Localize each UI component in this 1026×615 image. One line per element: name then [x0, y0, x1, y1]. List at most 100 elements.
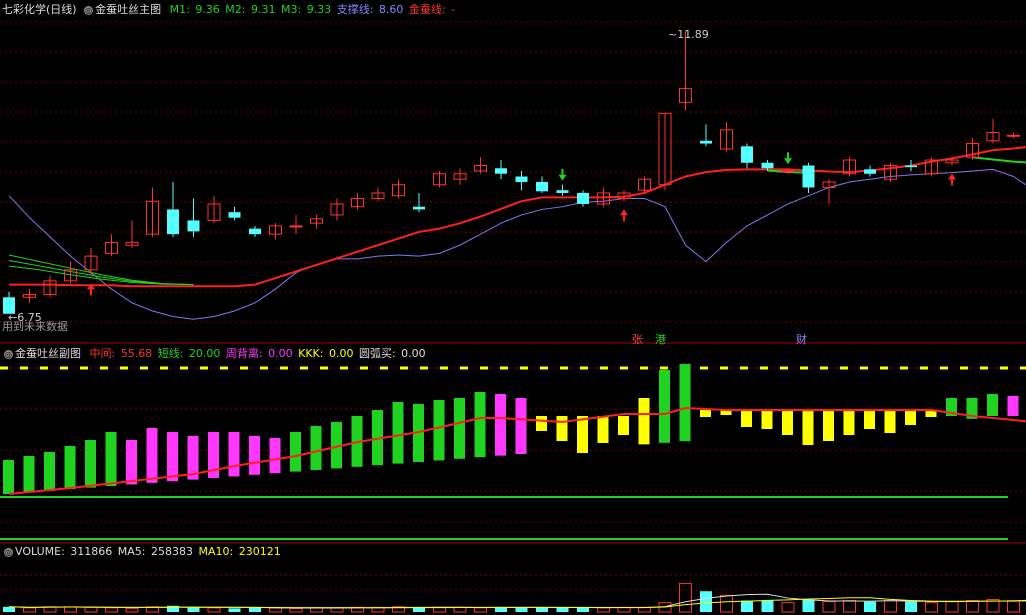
- volume-bar: [925, 602, 938, 613]
- candle-body: [700, 140, 712, 144]
- volume-bar: [741, 600, 753, 612]
- volume-bar: [597, 607, 610, 613]
- sub-bar: [843, 410, 855, 435]
- green-fan-line: [8, 265, 194, 286]
- candle-body: [781, 170, 795, 173]
- buy-arrow-icon: [620, 209, 628, 222]
- candle-body: [413, 206, 425, 210]
- candle-body: [228, 212, 241, 218]
- candle-body: [556, 190, 569, 193]
- support-line: [8, 168, 1026, 320]
- candle-body: [515, 176, 528, 182]
- sub-bar: [700, 410, 711, 417]
- sub-bar: [741, 410, 752, 427]
- sub-bar: [433, 400, 445, 461]
- sub-bar: [802, 410, 814, 445]
- volume-bar: [781, 602, 795, 613]
- sub-bar: [392, 402, 404, 464]
- volume-bar: [556, 607, 569, 612]
- candle-body: [802, 165, 815, 188]
- stock-chart[interactable]: [0, 0, 1026, 615]
- volume-bar: [700, 591, 712, 612]
- candle-body: [249, 228, 261, 235]
- sub-bar: [761, 410, 773, 429]
- volume-bar: [269, 607, 282, 613]
- volume-bar: [515, 607, 528, 612]
- volume-value: 311866: [70, 545, 113, 558]
- sub-bar: [597, 416, 609, 443]
- mid-value: 55.68: [120, 347, 153, 360]
- sub-bar: [474, 392, 486, 458]
- event-tag-gang[interactable]: 港: [655, 331, 666, 347]
- volume-bar: [3, 606, 15, 612]
- volume-bar: [207, 607, 221, 613]
- main-indicator-name[interactable]: 金蚕吐丝主图: [95, 3, 161, 16]
- zhou-value: 0.00: [268, 347, 293, 360]
- candle-body: [577, 192, 589, 204]
- volume-bar: [105, 607, 118, 613]
- indicator-settings-icon[interactable]: ◎: [4, 349, 13, 359]
- sub-bar: [44, 452, 55, 491]
- volume-bar: [905, 601, 917, 612]
- sub-bar: [146, 428, 158, 483]
- kkk-label: KKK:: [298, 347, 327, 360]
- volume-bar: [23, 607, 36, 613]
- m2-value: 9.31: [251, 3, 276, 16]
- stock-title[interactable]: 七彩化学(日线): [2, 3, 77, 16]
- sub-bar: [290, 432, 301, 472]
- sub-bar: [105, 432, 117, 486]
- sub-bar: [823, 410, 834, 441]
- gold-line-label: 金蚕线:: [408, 3, 450, 16]
- sub-bar: [556, 416, 568, 441]
- indicator-settings-icon[interactable]: ◎: [4, 547, 13, 557]
- event-tag-cai[interactable]: 财: [796, 331, 807, 347]
- candle-body: [905, 165, 917, 168]
- mid-label: 中间:: [89, 347, 119, 360]
- sell-arrow-icon: [784, 152, 792, 165]
- sub-bar: [454, 398, 465, 459]
- volume-bar: [945, 601, 959, 613]
- volume-label[interactable]: VOLUME:: [15, 545, 68, 558]
- candle-body: [495, 168, 507, 174]
- sub-bar: [310, 426, 322, 470]
- sub-indicator-name[interactable]: 金蚕吐丝副图: [15, 347, 81, 360]
- m1-value: 9.36: [195, 3, 220, 16]
- volume-bar: [864, 601, 876, 612]
- candle-body: [536, 181, 548, 192]
- short-value: 20.00: [188, 347, 221, 360]
- sub-bar: [495, 394, 506, 456]
- volume-bar: [289, 607, 303, 613]
- candle-body: [741, 146, 753, 163]
- sub-bar: [864, 410, 875, 429]
- m3-label: M3:: [281, 3, 305, 16]
- event-tag-zhang[interactable]: 张: [632, 331, 643, 347]
- sell-arrow-icon: [558, 168, 567, 181]
- volume-bar: [84, 606, 98, 613]
- buy-arrow-icon: [948, 173, 956, 186]
- volume-bar: [187, 607, 200, 612]
- sub-bar: [536, 416, 547, 431]
- high-price-label: ~11.89: [668, 28, 709, 41]
- volume-bar: [64, 606, 77, 613]
- sub-bar: [126, 440, 137, 485]
- sub-bar: [64, 446, 76, 490]
- sub-bar: [3, 460, 14, 494]
- sub-chart-header: ◎ 金蚕吐丝副图 中间: 55.68 短线: 20.00 周背离: 0.00 KK…: [2, 347, 428, 361]
- sub-bar: [1007, 396, 1019, 416]
- zhou-label: 周背离:: [225, 347, 267, 360]
- sub-bar: [228, 432, 240, 477]
- volume-bar: [536, 607, 548, 612]
- sub-bar: [782, 410, 793, 435]
- sub-bar: [659, 370, 670, 443]
- gold-line-value: -: [451, 3, 456, 16]
- ma5-label: MA5:: [117, 545, 149, 558]
- volume-bar: [577, 607, 589, 612]
- support-value: 8.60: [378, 3, 404, 16]
- kkk-value: 0.00: [328, 347, 354, 360]
- volume-bar: [884, 600, 897, 613]
- volume-bar: [843, 600, 856, 613]
- sub-bar: [679, 364, 691, 442]
- sub-bar: [618, 416, 629, 435]
- indicator-settings-icon[interactable]: ◎: [84, 5, 94, 15]
- volume-bar: [802, 599, 815, 612]
